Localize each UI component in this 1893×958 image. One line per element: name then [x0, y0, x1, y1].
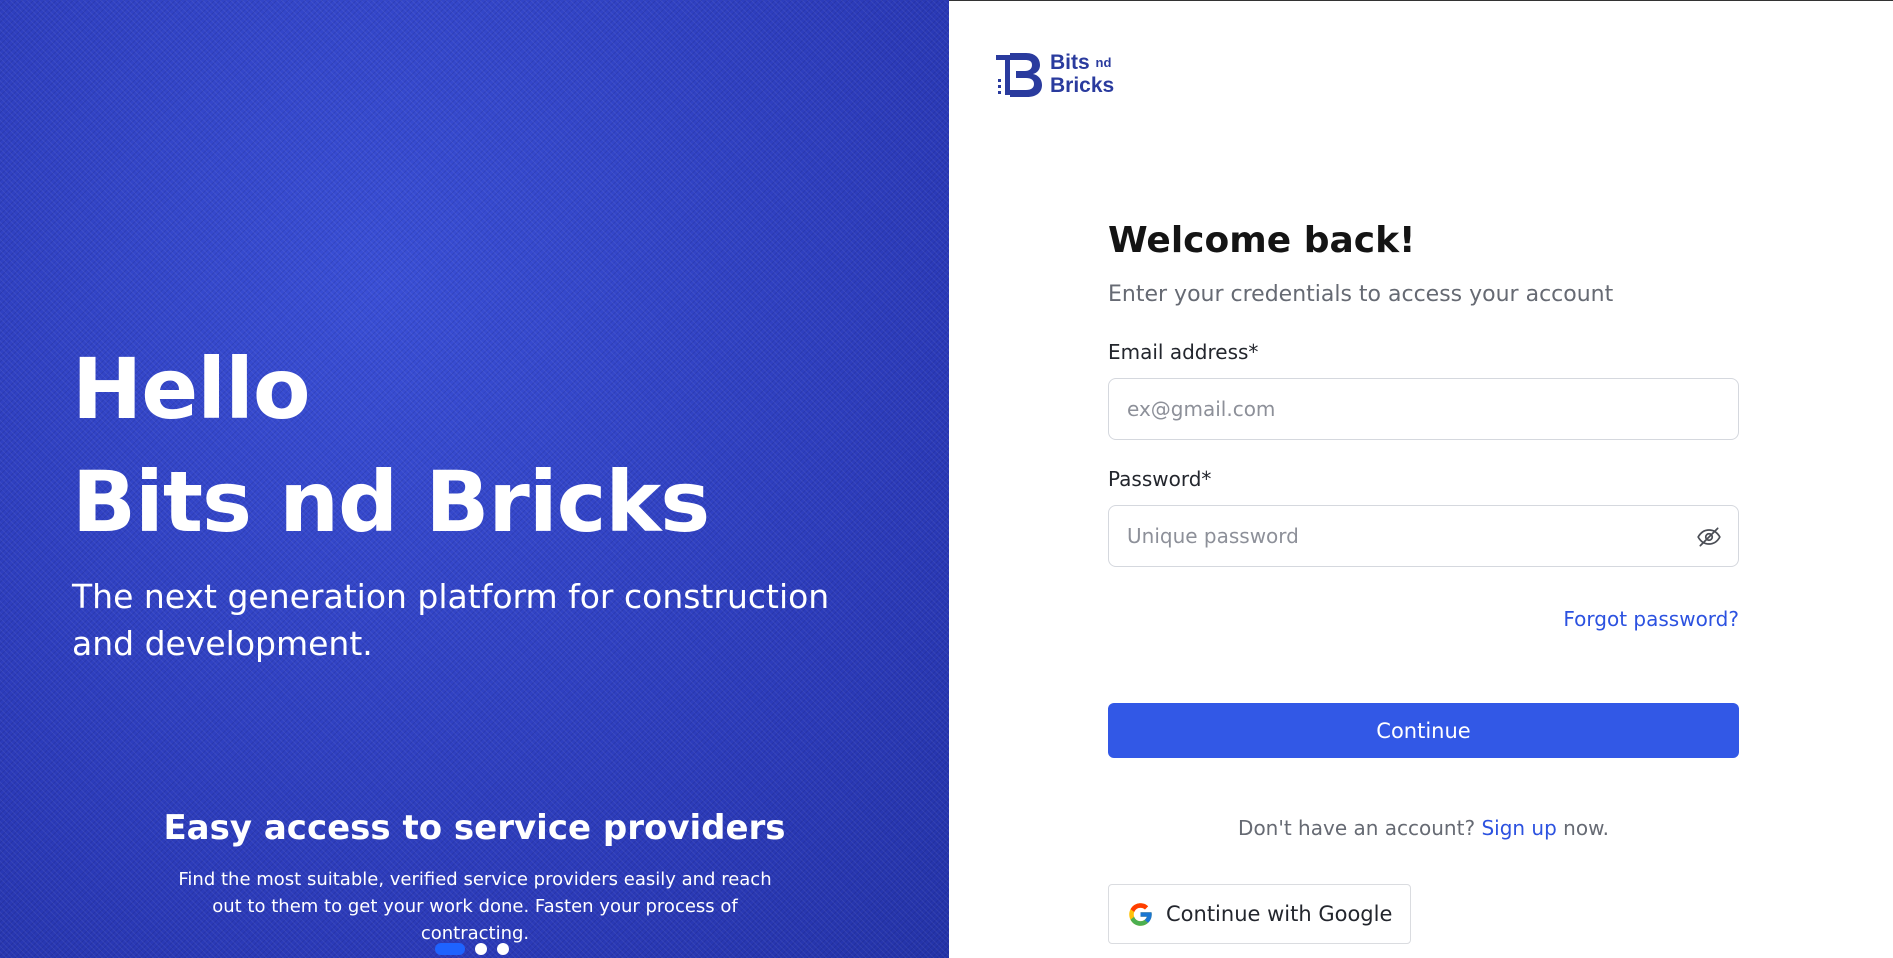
email-label: Email address* [1108, 340, 1259, 364]
carousel-dot-1[interactable] [435, 943, 465, 955]
continue-button[interactable]: Continue [1108, 703, 1739, 758]
carousel-slide-text: Find the most suitable, verified service… [178, 869, 772, 944]
hero-subtitle: The next generation platform for constru… [72, 577, 830, 663]
page-title: Welcome back! [1108, 220, 1416, 261]
carousel-slide-heading: Easy access to service providers [163, 808, 786, 848]
carousel-dot-3[interactable] [497, 943, 509, 955]
forgot-password-link[interactable]: Forgot password? [1563, 607, 1739, 631]
hero-title-line-1: Hello [72, 340, 311, 438]
carousel-dots [435, 943, 509, 955]
hero-title-line-2: Bits nd Bricks [72, 453, 710, 551]
logo[interactable]: Bits nd Bricks [996, 49, 1114, 99]
eye-off-icon[interactable] [1696, 524, 1722, 550]
google-button-label: Continue with Google [1166, 902, 1393, 926]
forgot-password-row: Forgot password? [1108, 605, 1739, 633]
continue-with-google-button[interactable]: Continue with Google [1108, 884, 1412, 944]
email-field-wrapper [1108, 378, 1739, 440]
logo-text-nd: nd [1095, 55, 1112, 70]
google-icon [1129, 902, 1152, 926]
password-label: Password* [1108, 467, 1212, 491]
logo-text-line-2: Bricks [1050, 74, 1115, 97]
signup-link[interactable]: Sign up [1481, 816, 1556, 840]
password-input[interactable] [1109, 506, 1738, 566]
carousel-dot-2[interactable] [475, 943, 487, 955]
login-form: Welcome back! Enter your credentials to … [1108, 216, 1739, 944]
page-subtitle: Enter your credentials to access your ac… [1108, 282, 1614, 307]
bits-nd-bricks-logo-icon [996, 53, 1042, 97]
signup-prefix: Don't have an account? [1238, 816, 1476, 840]
hero-title: Hello Bits nd Bricks [72, 333, 710, 559]
login-panel: Bits nd Bricks Welcome back! Enter your … [949, 0, 1893, 958]
signup-prompt: Don't have an account? Sign up now. [1108, 814, 1739, 842]
password-field-wrapper [1108, 505, 1739, 567]
signup-suffix: now. [1563, 816, 1609, 840]
email-input[interactable] [1109, 379, 1738, 439]
logo-text-line-1: Bits [1050, 51, 1090, 74]
hero-panel: Hello Bits nd Bricks The next generation… [0, 0, 949, 958]
logo-text: Bits nd Bricks [1050, 51, 1114, 97]
